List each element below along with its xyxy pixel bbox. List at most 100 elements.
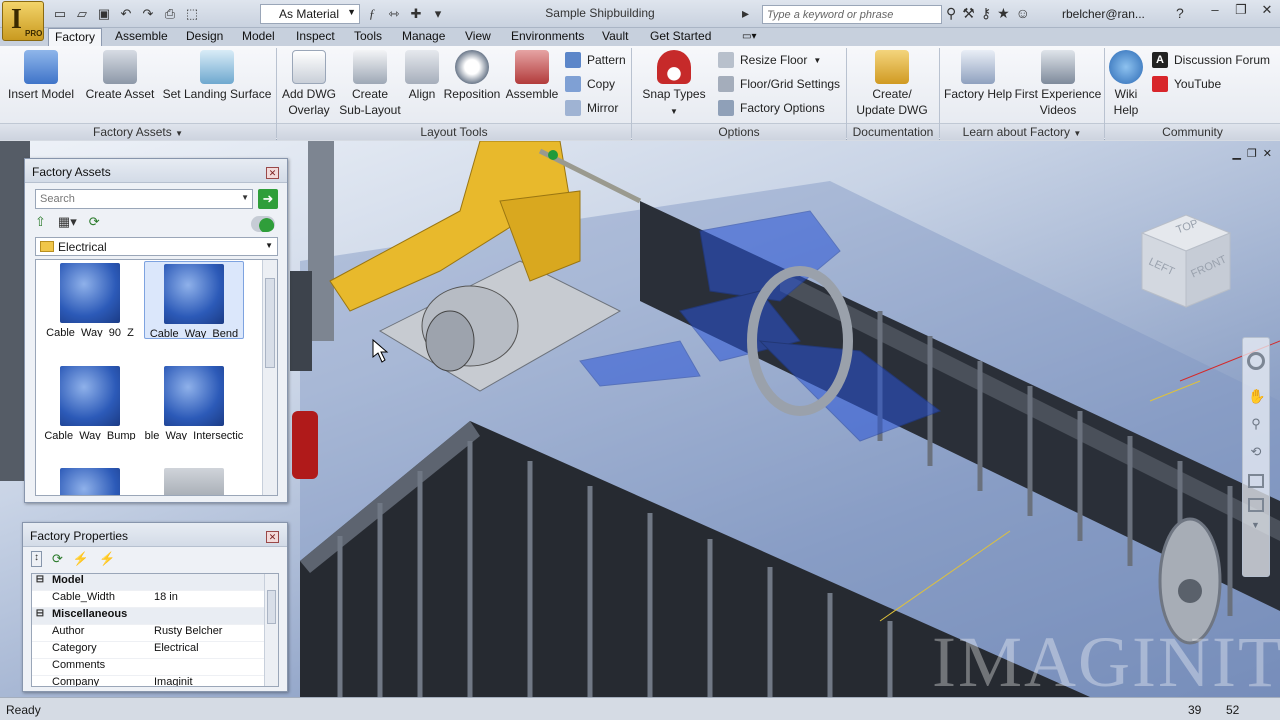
property-row[interactable]: Category Electrical [32,642,278,659]
view-cube[interactable]: TOP LEFT FRONT [1138,211,1234,311]
asset-item[interactable]: ble_Way_Intersectic [144,366,244,440]
factory-assets-panel-title[interactable]: Factory Assets [25,159,287,183]
factory-help-button[interactable]: Factory Help [942,46,1014,102]
sync-status-icon[interactable] [251,216,275,232]
add-icon[interactable]: ✚ [408,6,424,22]
property-row[interactable]: Cable_Width 18 in [32,591,278,608]
ribbon-options-icon[interactable]: ▭▾ [742,28,756,46]
star-icon[interactable]: ★ [997,5,1010,22]
factory-options-button[interactable]: Factory Options [718,98,825,118]
refresh-icon[interactable]: ⟳ [89,214,100,232]
tab-assemble[interactable]: Assemble [115,28,168,46]
pan-icon[interactable]: ✋ [1248,388,1265,404]
tab-inspect[interactable]: Inspect [296,28,335,46]
property-row[interactable]: Company Imaginit [32,676,278,686]
close-icon[interactable]: ✕ [1254,0,1280,20]
navigation-options-icon[interactable]: ▼ [1251,520,1261,530]
viewport-close-icon[interactable]: ✕ [1263,147,1272,160]
customize-qat-icon[interactable]: ▾ [430,6,446,22]
insert-model-button[interactable]: Insert Model [4,46,78,102]
assets-search-input[interactable]: Search ▼ [35,189,253,209]
function-icon[interactable]: ƒ [364,6,380,22]
up-folder-icon[interactable]: ⇧ [35,214,46,232]
property-group[interactable]: ⊟ Model [32,574,278,591]
first-experience-videos-button[interactable]: First Experience Videos [1014,46,1102,118]
factory-assets-panel-label[interactable]: Factory Assets ▼ [0,123,276,140]
resize-floor-button[interactable]: Resize Floor ▼ [718,50,821,70]
measure-icon[interactable]: ⇿ [386,6,402,22]
youtube-button[interactable]: YouTube [1152,74,1221,94]
new-file-icon[interactable]: ▭ [52,6,68,22]
save-icon[interactable]: ▣ [96,6,112,22]
scrollbar-thumb[interactable] [267,590,276,624]
help-search-input[interactable]: Type a keyword or phrase [762,5,942,24]
lightning-add-icon[interactable]: ⚡ [99,551,115,567]
look-at-icon[interactable] [1248,474,1264,488]
steering-wheel-icon[interactable] [1247,352,1265,370]
tab-vault[interactable]: Vault [602,28,628,46]
create-asset-button[interactable]: Create Asset [84,46,156,102]
asset-item[interactable] [40,468,140,495]
lightning-icon[interactable]: ⚡ [73,551,89,567]
collapse-icon[interactable]: ⊟ [32,574,48,590]
scrollbar-thumb[interactable] [265,278,275,368]
user-account[interactable]: rbelcher@ran... [1062,7,1145,21]
wiki-help-button[interactable]: Wiki Help [1106,46,1146,118]
sort-icon[interactable]: ↕ [31,551,42,567]
property-row[interactable]: Author Rusty Belcher [32,625,278,642]
property-row[interactable]: Comments [32,659,278,676]
asset-item[interactable]: Cable_Way_Bump [40,366,140,440]
property-value[interactable]: 18 in [154,591,278,607]
close-icon[interactable]: ✕ [266,531,279,543]
wrench-icon[interactable]: ⚒ [962,5,975,22]
set-landing-surface-button[interactable]: Set Landing Surface [162,46,272,102]
create-update-dwg-button[interactable]: Create/ Update DWG [852,46,932,118]
minimize-icon[interactable]: – [1202,0,1228,20]
select-mode-icon[interactable]: ⬚ [184,6,200,22]
mirror-button[interactable]: Mirror [565,98,618,118]
orbit-icon[interactable]: ⟲ [1248,444,1264,460]
asset-item[interactable]: Cable_Way_90_Z [40,263,140,337]
copy-button[interactable]: Copy [565,74,615,94]
property-value[interactable]: Electrical [154,642,278,658]
key-icon[interactable]: ⚷ [981,5,991,22]
property-value[interactable]: Imaginit [154,676,278,686]
print-icon[interactable]: ⎙ [162,6,178,22]
view-options-icon[interactable]: ▦▾ [58,214,77,232]
undo-icon[interactable]: ↶ [118,6,134,22]
asset-item-selected[interactable]: Cable_Way_Bend [144,261,244,339]
binoculars-icon[interactable]: ⚲ [946,5,956,22]
user-icon[interactable]: ☺ [1016,5,1030,22]
chevron-down-icon[interactable]: ▼ [241,193,249,202]
property-value[interactable]: Rusty Belcher [154,625,278,641]
add-dwg-overlay-button[interactable]: Add DWG Overlay [278,46,340,118]
tab-factory[interactable]: Factory [48,28,103,46]
align-button[interactable]: Align [404,46,440,102]
property-value[interactable] [154,659,278,675]
redo-icon[interactable]: ↷ [140,6,156,22]
tab-design[interactable]: Design [186,28,223,46]
discussion-forum-button[interactable]: A Discussion Forum [1152,50,1270,70]
refresh-icon[interactable]: ⟳ [52,551,63,567]
learn-panel-label[interactable]: Learn about Factory ▼ [940,123,1104,140]
search-go-button[interactable]: ➜ [258,189,278,209]
property-group[interactable]: ⊟ Miscellaneous [32,608,278,625]
pattern-button[interactable]: Pattern [565,50,626,70]
floor-grid-settings-button[interactable]: Floor/Grid Settings [718,74,840,94]
tab-model[interactable]: Model [242,28,275,46]
tab-tools[interactable]: Tools [354,28,382,46]
application-menu-button[interactable]: I PRO [2,1,44,41]
factory-properties-panel-title[interactable]: Factory Properties [23,523,287,547]
restore-icon[interactable]: ❐ [1228,0,1254,20]
viewport-minimize-icon[interactable]: ▁ [1232,147,1240,160]
help-icon[interactable]: ? [1176,5,1184,21]
assemble-button[interactable]: Assemble [504,46,560,102]
tab-get-started[interactable]: Get Started [650,28,711,46]
tab-view[interactable]: View [465,28,491,46]
material-dropdown[interactable]: As Material ▼ [260,4,360,24]
open-file-icon[interactable]: ▱ [74,6,90,22]
tab-manage[interactable]: Manage [402,28,445,46]
asset-item[interactable] [144,468,244,495]
tab-environments[interactable]: Environments [511,28,584,46]
collapse-icon[interactable]: ⊟ [32,608,48,624]
